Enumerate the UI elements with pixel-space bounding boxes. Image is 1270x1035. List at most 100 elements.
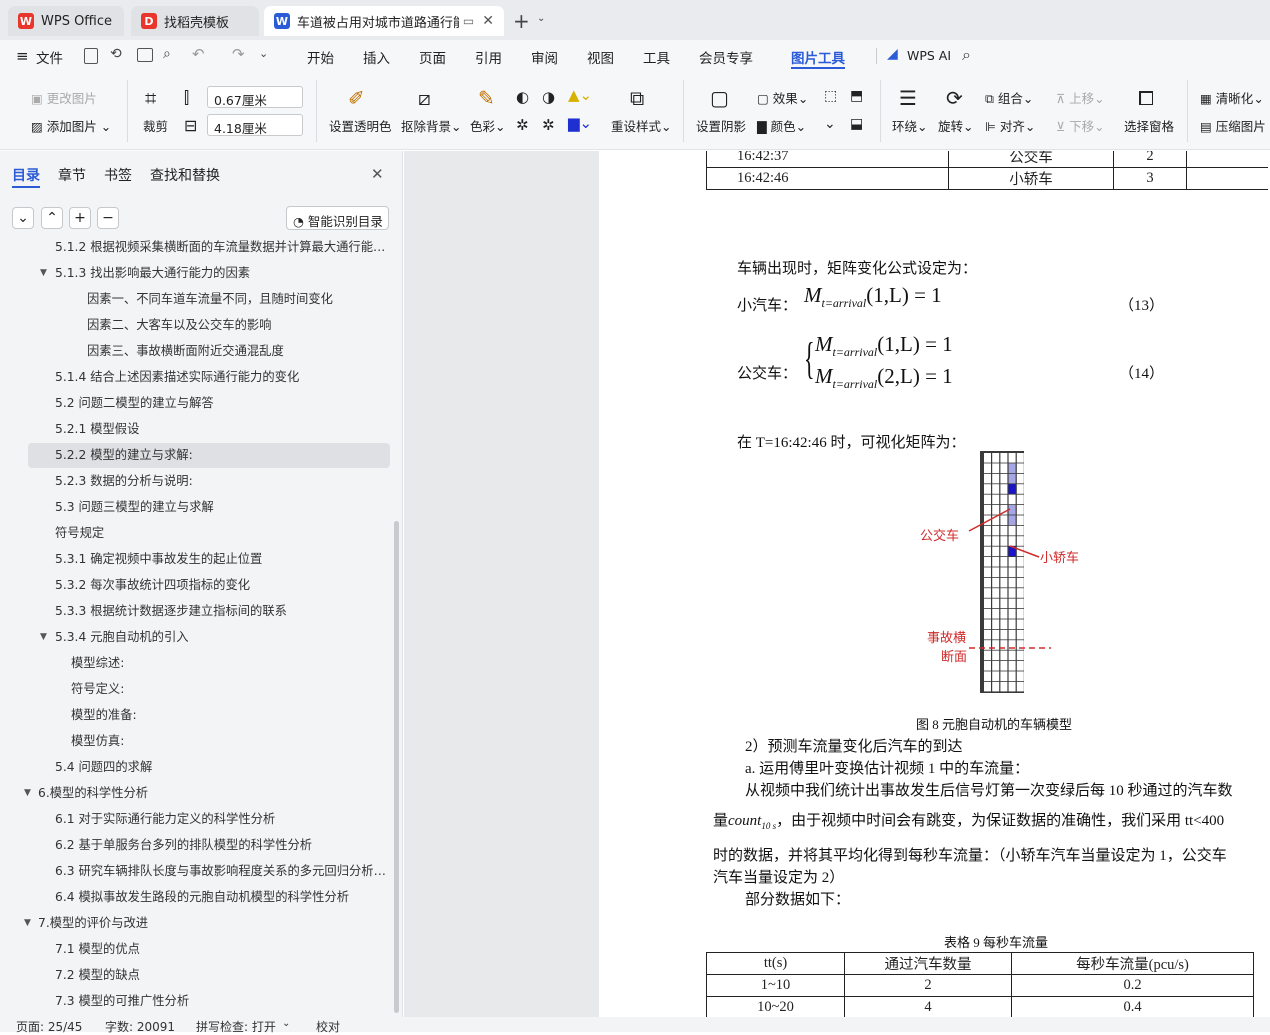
crop-button[interactable]: 裁剪 [143, 116, 168, 135]
toc-item[interactable]: 因素一、不同车道车流量不同，且随时间变化 [0, 286, 390, 312]
remove-bg-button[interactable]: 抠除背景⌄ [401, 116, 462, 135]
menu-reference[interactable]: 引用 [475, 47, 502, 67]
toc-item[interactable]: ▼ 7.模型的评价与改进 [0, 910, 390, 936]
send-down-button[interactable]: ⊻ 下移⌄ [1056, 116, 1105, 135]
toc-item[interactable]: 7.3 模型的可推广性分析 [0, 988, 390, 1014]
save-icon[interactable] [84, 48, 98, 64]
contrast-down-icon[interactable]: ✲ [542, 116, 555, 134]
menu-tools[interactable]: 工具 [643, 47, 670, 67]
highlight-icon[interactable]: ▲⌄ [568, 86, 592, 104]
compress-button[interactable]: ▤ 压缩图片 [1200, 116, 1266, 135]
expand-arrow-icon[interactable]: ▼ [24, 780, 31, 806]
sidebar-tab-chapter[interactable]: 章节 [58, 165, 86, 185]
toc-item[interactable]: 5.4 问题四的求解 [0, 754, 390, 780]
toc-item[interactable]: 模型的准备: [0, 702, 390, 728]
toc-item[interactable]: 5.1.2 根据视频采集横断面的车流量数据并计算最大通行能… [0, 236, 390, 260]
toc-item[interactable]: 7.1 模型的优点 [0, 936, 390, 962]
spell-check-toggle[interactable]: 拼写检查: 打开 [196, 1018, 276, 1035]
smart-toc-button[interactable]: ◔ 智能识别目录 [286, 206, 389, 230]
toc-item[interactable]: 符号定义: [0, 676, 390, 702]
tab-docer[interactable]: D 找稻壳模板 [131, 6, 259, 36]
crop-frame-icon[interactable]: ⬒ [850, 88, 863, 104]
collapse-up-icon[interactable]: ⌃ [41, 207, 63, 229]
toc-item[interactable]: ▼ 6.模型的科学性分析 [0, 780, 390, 806]
share-icon[interactable]: ⟲ [110, 46, 122, 62]
border-style-icon[interactable]: ⌄ [824, 116, 836, 132]
toc-item[interactable]: ▼ 5.1.3 找出影响最大通行能力的因素 [0, 260, 390, 286]
close-tab-icon[interactable]: ✕ [482, 13, 494, 29]
toc-item[interactable]: 5.2.2 模型的建立与求解: [0, 442, 390, 468]
cellular-automaton-figure[interactable]: 公交车 小轿车 事故横 断面 [899, 451, 1099, 713]
undo-icon[interactable]: ↶ [192, 45, 205, 63]
chevron-down-icon[interactable]: ⌄ [537, 13, 545, 24]
menu-view[interactable]: 视图 [587, 47, 614, 67]
toc-item[interactable]: 7.2 模型的缺点 [0, 962, 390, 988]
select-pane-button[interactable]: 选择窗格 [1124, 116, 1174, 135]
remove-level-icon[interactable]: − [97, 207, 119, 229]
menu-member[interactable]: 会员专享 [699, 47, 753, 67]
reset-style-button[interactable]: 重设样式⌄ [611, 116, 672, 135]
print-preview-icon[interactable]: ⌕ [163, 46, 171, 62]
fill-color-button[interactable]: ▇ 颜色⌄ [757, 116, 806, 135]
color-button[interactable]: 色彩⌄ [470, 116, 506, 135]
toc-item[interactable]: 模型综述: [0, 650, 390, 676]
toc-item[interactable]: 符号规定 [0, 520, 390, 546]
sidebar-tab-find-replace[interactable]: 查找和替换 [150, 165, 220, 185]
toc-item[interactable]: ▼ 5.3.4 元胞自动机的引入 [0, 624, 390, 650]
toc-item[interactable]: 因素二、大客车以及公交车的影响 [0, 312, 390, 338]
toc-item[interactable]: 5.3 问题三模型的建立与求解 [0, 494, 390, 520]
brightness-up-icon[interactable]: ◐ [516, 88, 529, 106]
rotate-button[interactable]: 旋转⌄ [938, 116, 974, 135]
effect-button[interactable]: ▢ 效果⌄ [757, 88, 808, 107]
wrap-button[interactable]: 环绕⌄ [892, 116, 928, 135]
collapse-down-icon[interactable]: ⌄ [12, 207, 34, 229]
width-input[interactable]: 0.67厘米 [207, 86, 303, 108]
close-pane-icon[interactable]: ✕ [371, 165, 384, 183]
change-picture-button[interactable]: ▣ 更改图片 [31, 88, 97, 107]
wps-ai-icon[interactable]: ◢ [887, 46, 898, 62]
add-picture-button[interactable]: ▨ 添加图片 ⌄ [31, 116, 111, 135]
menu-page[interactable]: 页面 [419, 47, 446, 67]
sharpen-button[interactable]: ▦ 清晰化⌄ [1200, 88, 1264, 107]
toc-item[interactable]: 6.1 对于实际通行能力定义的科学性分析 [0, 806, 390, 832]
proofread-button[interactable]: 校对 [316, 1018, 340, 1035]
toc-item[interactable]: 6.3 研究车辆排队长度与事故影响程度关系的多元回归分析… [0, 858, 390, 884]
toc-item[interactable]: 5.3.2 每次事故统计四项指标的变化 [0, 572, 390, 598]
expand-arrow-icon[interactable]: ▼ [40, 624, 47, 650]
expand-arrow-icon[interactable]: ▼ [24, 910, 31, 936]
contrast-up-icon[interactable]: ◑ [542, 88, 555, 106]
search-icon[interactable]: ⌕ [962, 45, 971, 65]
bring-up-button[interactable]: ⊼ 上移⌄ [1056, 88, 1105, 107]
set-transparent-button[interactable]: 设置透明色 [329, 116, 392, 135]
new-tab-icon[interactable]: + [513, 9, 530, 33]
toc-item[interactable]: 5.2.3 数据的分析与说明: [0, 468, 390, 494]
crop-icon[interactable]: ⌗ [145, 88, 165, 108]
toc-item[interactable]: 5.2 问题二模型的建立与解答 [0, 390, 390, 416]
hamburger-icon[interactable]: ≡ [16, 47, 29, 65]
page-indicator[interactable]: 页面: 25/45 [16, 1018, 82, 1035]
toc-item[interactable]: 5.3.3 根据统计数据逐步建立指标间的联系 [0, 598, 390, 624]
set-shadow-button[interactable]: 设置阴影 [696, 116, 746, 135]
monitor-icon[interactable]: ▭ [463, 14, 474, 28]
outline-color-icon[interactable]: ▆⌄ [568, 114, 592, 132]
group-button[interactable]: ⧉ 组合⌄ [985, 88, 1033, 107]
print-icon[interactable] [137, 48, 153, 62]
chevron-down-icon[interactable]: ⌄ [282, 1018, 290, 1029]
redo-icon[interactable]: ↷ [232, 45, 245, 63]
toc-scrollbar[interactable] [394, 521, 399, 1013]
menu-home[interactable]: 开始 [307, 47, 334, 67]
brightness-down-icon[interactable]: ✲ [516, 116, 529, 134]
menu-insert[interactable]: 插入 [363, 47, 390, 67]
menu-picture-tools[interactable]: 图片工具 [791, 47, 845, 67]
layout-icon[interactable]: ⬓ [850, 116, 863, 132]
menu-wps-ai[interactable]: WPS AI [907, 48, 951, 63]
expand-arrow-icon[interactable]: ▼ [40, 260, 47, 286]
align-button[interactable]: ⊫ 对齐⌄ [985, 116, 1035, 135]
add-level-icon[interactable]: + [69, 207, 91, 229]
height-input[interactable]: 4.18厘米 [207, 114, 303, 136]
toc-item[interactable]: 模型仿真: [0, 728, 390, 754]
tab-document[interactable]: W 车道被占用对城市道路通行能力 ▭ ✕ [264, 6, 504, 36]
more-chevron-icon[interactable]: ⌄ [259, 47, 268, 60]
toc-item[interactable]: 5.2.1 模型假设 [0, 416, 390, 442]
word-count[interactable]: 字数: 20091 [105, 1018, 175, 1035]
